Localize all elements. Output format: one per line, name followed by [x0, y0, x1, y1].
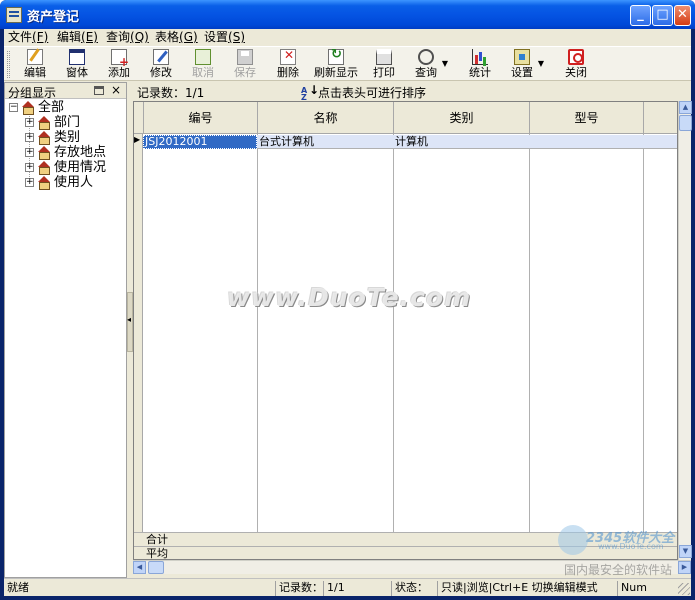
cancel-icon	[195, 49, 211, 65]
status-state-label: 状态：	[391, 581, 437, 596]
save-button[interactable]: 保存	[232, 49, 258, 81]
add-button[interactable]: 添加	[106, 49, 132, 81]
vertical-scrollbar[interactable]: ▲ ▼	[678, 101, 692, 560]
add-icon	[111, 49, 129, 69]
pin-icon[interactable]	[94, 86, 104, 95]
menu-query[interactable]: 查询(Q)	[106, 30, 149, 44]
resize-grip[interactable]	[678, 583, 690, 595]
expand-icon[interactable]: +	[25, 163, 34, 172]
status-record-label: 记录数：	[275, 581, 323, 596]
cancel-button[interactable]: 取消	[190, 49, 216, 81]
close-window-button[interactable]: ✕	[674, 5, 691, 26]
app-icon	[6, 7, 22, 23]
group-panel-title: 分组显示	[8, 86, 57, 100]
house-icon	[21, 101, 34, 115]
sort-hint: A Z点击表头可进行排序	[301, 84, 426, 102]
house-icon	[37, 176, 50, 190]
expand-icon[interactable]: +	[25, 133, 34, 142]
magnifier-icon	[418, 49, 434, 65]
grid-info-bar: 记录数：1/1 A Z点击表头可进行排序	[133, 82, 691, 102]
menu-settings[interactable]: 设置(S)	[204, 30, 245, 44]
bar-chart-icon	[472, 49, 488, 65]
window-title: 资产登记	[27, 10, 80, 25]
column-header-code[interactable]: 编号	[144, 102, 258, 134]
maximize-button[interactable]: □	[652, 5, 673, 26]
menu-table[interactable]: 表格(G)	[155, 30, 198, 44]
status-num: Num	[617, 581, 677, 596]
house-icon	[37, 146, 50, 160]
data-grid[interactable]: 编号 名称 类别 型号 JSJ2012001 台式计算机 计算机 合计 平均	[133, 101, 678, 560]
group-panel: 分组显示 × − 全部 + 部门 + 类别 + 存放地点 + 使用情况 + 使用…	[4, 82, 127, 578]
vertical-scroll-thumb[interactable]	[679, 115, 692, 131]
window-icon	[69, 49, 85, 65]
print-button[interactable]: 打印	[371, 49, 397, 81]
status-bar: 就绪 记录数： 1/1 状态： 只读|浏览|Ctrl+E 切换编辑模式 Num	[4, 578, 691, 596]
status-ready: 就绪	[7, 581, 29, 594]
edit-button[interactable]: 编辑	[22, 49, 48, 81]
expand-icon[interactable]: +	[25, 148, 34, 157]
column-header-category[interactable]: 类别	[394, 102, 530, 134]
panel-close-button[interactable]: ×	[111, 83, 121, 97]
cell-code[interactable]: JSJ2012001	[143, 135, 257, 149]
grid-area: 记录数：1/1 A Z点击表头可进行排序 编号 名称 类别 型号 JSJ2012…	[133, 82, 692, 578]
watermark-text: www.DuoTe.com	[227, 283, 472, 312]
group-panel-header: 分组显示 ×	[5, 83, 126, 100]
collapse-icon[interactable]: −	[9, 103, 18, 112]
cell-category[interactable]: 计算机	[393, 135, 529, 149]
column-header-name[interactable]: 名称	[258, 102, 394, 134]
refresh-icon	[328, 47, 344, 65]
minimize-button[interactable]: _	[630, 5, 651, 26]
menu-file[interactable]: 文件(F)	[8, 30, 48, 44]
column-header-model[interactable]: 型号	[530, 102, 644, 134]
sort-az-icon: A Z	[301, 87, 319, 102]
record-count: 记录数：1/1	[137, 86, 205, 100]
close-button[interactable]: 关闭	[563, 49, 589, 81]
delete-icon	[280, 48, 296, 65]
window-button[interactable]: 窗体	[64, 49, 90, 81]
expand-icon[interactable]: +	[25, 178, 34, 187]
grid-corner	[134, 102, 144, 134]
row-indicator[interactable]	[134, 134, 143, 532]
menu-bar: 文件(F) 编辑(E) 查询(Q) 表格(G) 设置(S)	[4, 29, 691, 46]
toolbar-grip[interactable]	[7, 51, 10, 78]
mascot-icon	[558, 525, 588, 555]
stats-button[interactable]: 统计	[467, 49, 493, 81]
power-icon	[568, 49, 584, 65]
delete-button[interactable]: 删除	[275, 48, 301, 81]
toolbar: 编辑 窗体 添加 修改 取消 保存 删除 刷新显示 打印 查询▼ 统计 设置▼ …	[4, 46, 691, 81]
table-row[interactable]: JSJ2012001 台式计算机 计算机	[143, 135, 677, 149]
horizontal-scroll-thumb[interactable]	[148, 561, 164, 574]
query-dropdown-icon[interactable]: ▼	[442, 59, 448, 68]
printer-icon	[376, 49, 392, 65]
menu-edit[interactable]: 编辑(E)	[57, 30, 98, 44]
house-icon	[37, 161, 50, 175]
edit-icon	[27, 49, 43, 65]
expand-icon[interactable]: +	[25, 118, 34, 127]
cell-name[interactable]: 台式计算机	[257, 135, 393, 149]
client-area: 文件(F) 编辑(E) 查询(Q) 表格(G) 设置(S) 编辑 窗体 添加 修…	[4, 29, 692, 596]
site-logo: 2345软件大全 www.DuoTe.com 国内最安全的软件站	[558, 525, 690, 577]
settings-icon	[514, 49, 530, 65]
settings-dropdown-icon[interactable]: ▼	[538, 59, 544, 68]
scroll-up-icon[interactable]: ▲	[679, 101, 692, 114]
refresh-button[interactable]: 刷新显示	[312, 47, 360, 81]
status-record-value: 1/1	[323, 581, 391, 596]
save-icon	[237, 49, 253, 65]
house-icon	[37, 131, 50, 145]
app-window: 资产登记 _ □ ✕ 文件(F) 编辑(E) 查询(Q) 表格(G) 设置(S)…	[0, 0, 695, 600]
settings-button[interactable]: 设置 ▼	[509, 49, 544, 81]
title-bar[interactable]: 资产登记 _ □ ✕	[0, 0, 695, 29]
modify-icon	[153, 49, 169, 65]
status-state-value: 只读|浏览|Ctrl+E 切换编辑模式	[437, 581, 617, 596]
query-button[interactable]: 查询 ▼	[413, 49, 448, 81]
column-header-blank	[644, 102, 677, 134]
house-icon	[37, 116, 50, 130]
cell-model[interactable]	[529, 135, 643, 149]
scroll-left-icon[interactable]: ◀	[133, 561, 146, 574]
modify-button[interactable]: 修改	[148, 49, 174, 81]
